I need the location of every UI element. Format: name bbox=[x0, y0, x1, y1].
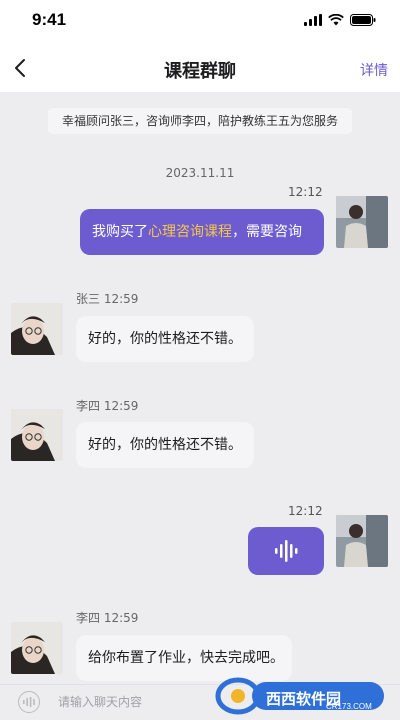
battery-icon bbox=[350, 14, 376, 26]
message-text: 好的，你的性格还不错。 bbox=[88, 331, 242, 347]
status-icons bbox=[304, 14, 376, 26]
watermark-url: CR173.COM bbox=[326, 702, 372, 711]
navbar: 课程群聊 详情 bbox=[0, 44, 400, 92]
message-highlight-link[interactable]: 心理咨询课程 bbox=[148, 222, 232, 242]
voice-input-button[interactable] bbox=[18, 691, 40, 713]
avatar-lisi[interactable] bbox=[11, 409, 63, 461]
sender-meta: 张三 12:59 bbox=[76, 290, 138, 307]
detail-link[interactable]: 详情 bbox=[360, 60, 388, 80]
voice-wave-icon bbox=[23, 697, 35, 707]
avatar-me[interactable] bbox=[336, 515, 388, 567]
wifi-icon bbox=[328, 14, 344, 26]
sender-name: 李四 bbox=[76, 611, 101, 625]
avatar-lisi[interactable] bbox=[11, 622, 63, 674]
watermark-logo: 西西软件园 CR173.COM bbox=[214, 668, 390, 716]
sender-name: 张三 bbox=[76, 292, 101, 306]
message-bubble-me[interactable]: 我购买了 心理咨询课程 ，需要咨询 bbox=[80, 209, 324, 255]
status-time: 9:41 bbox=[32, 10, 67, 29]
avatar-me[interactable] bbox=[336, 196, 388, 248]
message-bubble-other[interactable]: 好的，你的性格还不错。 bbox=[76, 422, 254, 468]
message-time: 12:59 bbox=[103, 292, 139, 306]
date-divider: 2023.11.11 bbox=[165, 166, 235, 180]
voice-message-bubble[interactable] bbox=[248, 527, 324, 575]
sender-meta: 李四 12:59 bbox=[76, 397, 138, 414]
group-notice: 幸福顾问张三，咨询师李四，陪护教练王五为您服务 bbox=[48, 108, 352, 134]
message-text: 给你布置了作业，快去完成吧。 bbox=[88, 650, 284, 666]
message-time: 12:12 bbox=[288, 504, 323, 518]
message-time: 12:12 bbox=[288, 185, 323, 199]
sender-meta: 李四 12:59 bbox=[76, 609, 138, 626]
voice-wave-icon bbox=[275, 540, 298, 562]
message-time: 12:59 bbox=[103, 611, 139, 625]
message-text: 我购买了 bbox=[92, 224, 148, 240]
message-text: 好的，你的性格还不错。 bbox=[88, 437, 242, 453]
message-bubble-other[interactable]: 好的，你的性格还不错。 bbox=[76, 316, 254, 362]
page-title: 课程群聊 bbox=[164, 61, 236, 82]
signal-icon bbox=[304, 14, 322, 26]
sender-name: 李四 bbox=[76, 399, 101, 413]
status-bar: 9:41 bbox=[0, 0, 400, 44]
message-text: ，需要咨询 bbox=[232, 224, 302, 240]
message-time: 12:59 bbox=[103, 399, 139, 413]
avatar-zhangsan[interactable] bbox=[11, 303, 63, 355]
